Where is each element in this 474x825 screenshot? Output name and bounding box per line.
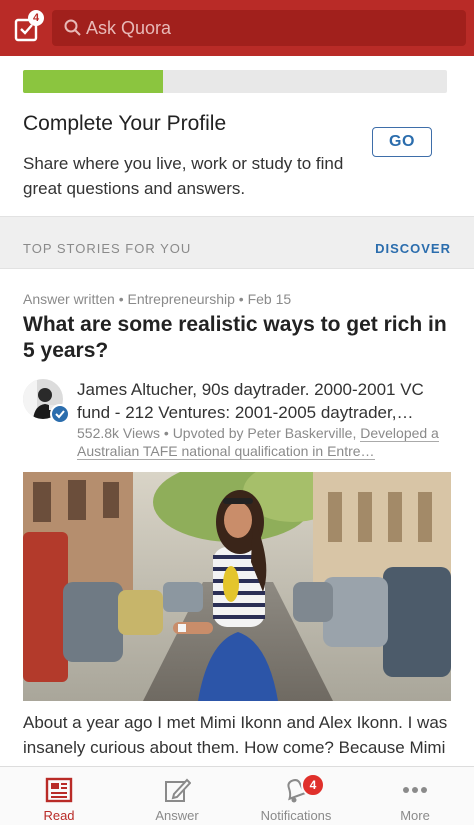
section-title: TOP STORIES FOR YOU [23,241,192,256]
view-count: 552.8k Views [77,425,161,441]
notifications-badge: 4 [301,773,325,797]
read-icon [45,777,73,803]
bottom-navigation: Read Answer 4 Notifications More [0,766,474,825]
author-credential[interactable]: James Altucher, 90s daytrader. 2000-2001… [77,378,452,424]
nav-notifications-label: Notifications [260,808,332,823]
inbox-button[interactable]: 4 [12,10,44,44]
search-box[interactable] [52,10,466,46]
nav-read-label: Read [43,808,75,823]
nav-answer[interactable]: Answer [118,767,236,825]
inbox-badge: 4 [28,10,44,26]
nav-more-label: More [400,808,430,823]
answer-icon [165,778,191,802]
section-header: TOP STORIES FOR YOU DISCOVER [0,216,474,269]
profile-card-description: Share where you live, work or study to f… [23,154,344,198]
nav-read[interactable]: Read [0,767,118,825]
search-icon [64,19,81,36]
nav-notifications[interactable]: 4 Notifications [237,767,355,825]
verified-badge-icon [50,404,70,424]
profile-progress-fill [23,70,163,93]
nav-answer-label: Answer [155,808,199,823]
story-photo[interactable] [23,472,451,701]
profile-card-title: Complete Your Profile [23,112,227,135]
upvote-info: • Upvoted by Peter Baskerville, [160,425,361,441]
discover-link[interactable]: DISCOVER [375,241,451,256]
top-bar: 4 [0,0,474,56]
nav-more[interactable]: More [356,767,474,825]
go-button[interactable]: GO [372,127,432,157]
profile-progress-bar [23,70,447,93]
story-stats: 552.8k Views • Upvoted by Peter Baskervi… [77,424,452,460]
search-input[interactable] [86,10,456,46]
story-title[interactable]: What are some realistic ways to get rich… [23,312,453,364]
story-meta: Answer written • Entrepreneurship • Feb … [23,291,292,307]
more-icon [403,787,427,793]
